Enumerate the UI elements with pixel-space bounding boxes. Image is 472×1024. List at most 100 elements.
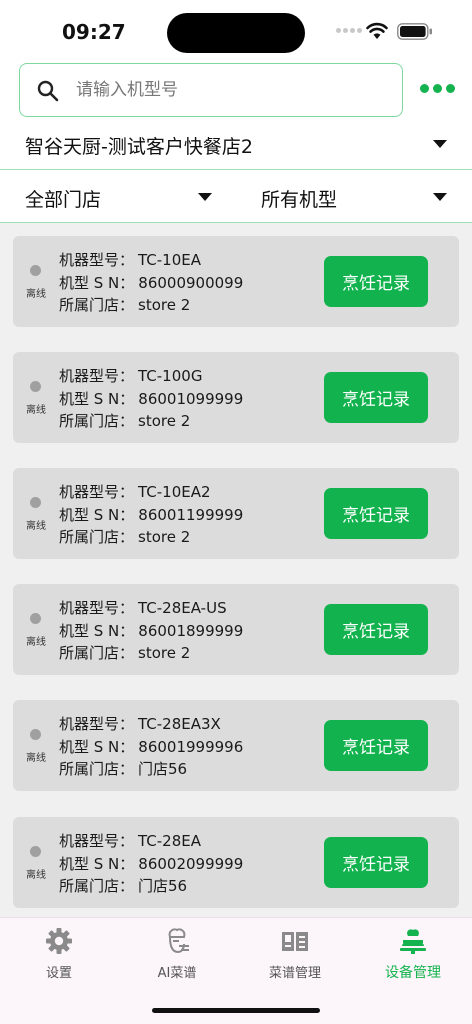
cooking-record-button[interactable]: 烹饪记录: [324, 604, 428, 655]
model-label: 机器型号：: [59, 832, 135, 850]
tab-label: 设备管理: [385, 965, 441, 981]
model-line: 机器型号： TC-10EA2: [59, 481, 211, 502]
store-value: store 2: [138, 528, 191, 546]
store-line: 所属门店： store 2: [59, 294, 190, 315]
store-filter-dropdown-icon[interactable]: [198, 193, 212, 201]
model-value: TC-100G: [138, 367, 203, 385]
cellular-signal-icon: [336, 28, 362, 33]
store-line: 所属门店： store 2: [59, 410, 190, 431]
cooking-record-button[interactable]: 烹饪记录: [324, 837, 428, 888]
store-line: 所属门店： 门店56: [59, 758, 187, 779]
tab-recipe-management[interactable]: 菜谱管理: [236, 918, 354, 988]
cooking-record-button[interactable]: 烹饪记录: [324, 488, 428, 539]
store-selector[interactable]: 智谷天厨-测试客户快餐店2: [0, 120, 472, 170]
sn-line: 机型 S N： 86000900099: [59, 272, 243, 293]
model-label: 机器型号：: [59, 483, 135, 501]
model-line: 机器型号： TC-10EA: [59, 249, 201, 270]
model-value: TC-28EA: [138, 832, 202, 850]
sn-value: 86001999996: [138, 738, 244, 756]
model-value: TC-28EA3X: [138, 715, 221, 733]
sn-line: 机型 S N： 86001099999: [59, 388, 243, 409]
offline-status-dot: [30, 846, 41, 857]
device-card[interactable]: 离线 机器型号： TC-28EA 机型 S N： 86002099999 所属门店：…: [13, 817, 459, 908]
offline-status-dot: [30, 497, 41, 508]
sn-label: 机型 S N：: [59, 855, 135, 873]
device-card[interactable]: 离线 机器型号： TC-10EA 机型 S N： 86000900099 所属门店：…: [13, 236, 459, 327]
store-label: 所属门店：: [59, 412, 135, 430]
search-input[interactable]: [76, 74, 386, 106]
battery-icon: [397, 23, 432, 40]
offline-status-dot: [30, 613, 41, 624]
store-line: 所属门店： 门店56: [59, 875, 187, 896]
tab-settings[interactable]: 设置: [0, 918, 118, 988]
model-line: 机器型号： TC-28EA-US: [59, 597, 227, 618]
store-label: 所属门店：: [59, 528, 135, 546]
device-list[interactable]: 离线 机器型号： TC-10EA 机型 S N： 86000900099 所属门店：…: [0, 223, 472, 917]
device-card[interactable]: 离线 机器型号： TC-100G 机型 S N： 86001099999 所属门店：…: [13, 352, 459, 443]
store-line: 所属门店： store 2: [59, 526, 190, 547]
model-line: 机器型号： TC-100G: [59, 365, 202, 386]
sn-value: 86002099999: [138, 855, 244, 873]
sn-line: 机型 S N： 86002099999: [59, 853, 243, 874]
status-time: 09:27: [62, 20, 126, 44]
sn-label: 机型 S N：: [59, 274, 135, 292]
dynamic-island: [167, 13, 305, 53]
store-dropdown-icon[interactable]: [433, 140, 447, 148]
cooking-record-button[interactable]: 烹饪记录: [324, 372, 428, 423]
model-filter-dropdown-icon[interactable]: [433, 193, 447, 201]
store-label: 所属门店：: [59, 760, 135, 778]
tab-device-management[interactable]: 设备管理: [354, 918, 472, 988]
tab-ai-recipe[interactable]: AI菜谱: [118, 918, 236, 988]
store-line: 所属门店： store 2: [59, 642, 190, 663]
store-value: store 2: [138, 644, 191, 662]
store-label: 所属门店：: [59, 296, 135, 314]
tab-label: 菜谱管理: [268, 966, 321, 981]
offline-status-dot: [30, 729, 41, 740]
status-text: 离线: [26, 637, 46, 648]
model-label: 机器型号：: [59, 367, 135, 385]
filter-bar: 全部门店 所有机型: [0, 171, 472, 223]
model-line: 机器型号： TC-28EA: [59, 830, 201, 851]
gear-icon: [46, 928, 72, 954]
store-value: 门店56: [138, 760, 188, 778]
search-box[interactable]: [19, 63, 403, 117]
model-value: TC-10EA: [138, 251, 202, 269]
store-filter[interactable]: 全部门店: [25, 185, 101, 212]
sn-label: 机型 S N：: [59, 506, 135, 524]
search-icon: [37, 80, 59, 102]
ai-chef-icon: [168, 928, 189, 954]
sn-line: 机型 S N： 86001899999: [59, 620, 243, 641]
status-text: 离线: [26, 405, 46, 416]
model-label: 机器型号：: [59, 251, 135, 269]
sn-value: 86000900099: [138, 274, 244, 292]
sn-line: 机型 S N： 86001199999: [59, 504, 243, 525]
sn-label: 机型 S N：: [59, 390, 135, 408]
model-filter[interactable]: 所有机型: [261, 185, 337, 212]
offline-status-dot: [30, 265, 41, 276]
tab-label: 设置: [45, 966, 72, 981]
store-label: 所属门店：: [59, 877, 135, 895]
device-card[interactable]: 离线 机器型号： TC-28EA-US 机型 S N： 86001899999 所属…: [13, 584, 459, 675]
status-text: 离线: [26, 753, 46, 764]
sn-value: 86001199999: [138, 506, 244, 524]
device-chef-icon: [400, 929, 426, 954]
model-label: 机器型号：: [59, 715, 135, 733]
sn-line: 机型 S N： 86001999996: [59, 736, 243, 757]
device-card[interactable]: 离线 机器型号： TC-10EA2 机型 S N： 86001199999 所属门店…: [13, 468, 459, 559]
sn-value: 86001899999: [138, 622, 244, 640]
more-icon[interactable]: [420, 84, 455, 93]
wifi-icon: [366, 22, 388, 39]
device-card[interactable]: 离线 机器型号： TC-28EA3X 机型 S N： 86001999996 所属门…: [13, 700, 459, 791]
store-label: 所属门店：: [59, 644, 135, 662]
store-name: 智谷天厨-测试客户快餐店2: [25, 136, 253, 158]
status-text: 离线: [26, 289, 46, 300]
model-label: 机器型号：: [59, 599, 135, 617]
cooking-record-button[interactable]: 烹饪记录: [324, 256, 428, 307]
tab-label: AI菜谱: [157, 966, 197, 981]
cooking-record-button[interactable]: 烹饪记录: [324, 720, 428, 771]
sn-value: 86001099999: [138, 390, 244, 408]
sn-label: 机型 S N：: [59, 738, 135, 756]
offline-status-dot: [30, 381, 41, 392]
status-text: 离线: [26, 521, 46, 532]
model-value: TC-28EA-US: [138, 599, 227, 617]
